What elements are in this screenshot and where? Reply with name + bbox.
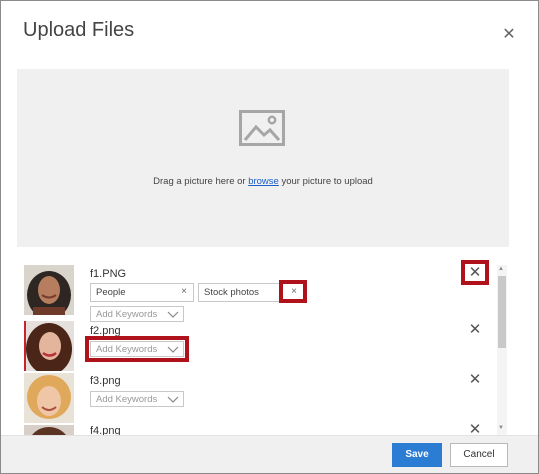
file-thumbnail — [24, 265, 74, 315]
cancel-button[interactable]: Cancel — [450, 443, 508, 467]
highlight-remove-tag — [279, 280, 307, 303]
drop-zone-instructions: Drag a picture here or browse your pictu… — [153, 176, 373, 187]
browse-link[interactable]: browse — [248, 176, 279, 187]
highlight-add-keywords — [85, 336, 189, 362]
upload-files-dialog: Upload Files ✕ Drag a picture here or br… — [0, 0, 539, 474]
file-name: f1.PNG — [90, 268, 127, 280]
chevron-down-icon — [167, 396, 179, 403]
save-button[interactable]: Save — [392, 443, 442, 467]
chevron-down-icon — [167, 311, 179, 318]
close-icon[interactable]: ✕ — [501, 27, 517, 43]
scroll-down-icon[interactable]: ▼ — [498, 425, 504, 431]
image-icon — [239, 110, 285, 146]
scrollbar-thumb[interactable] — [498, 276, 506, 348]
drop-zone[interactable]: Drag a picture here or browse your pictu… — [17, 69, 509, 247]
file-name: f3.png — [90, 375, 121, 387]
file-thumbnail — [24, 373, 74, 423]
highlight-remove-file — [461, 260, 489, 285]
remove-file-icon[interactable]: ✕ — [468, 372, 482, 387]
dialog-footer: Save Cancel — [1, 435, 538, 473]
remove-tag-icon[interactable]: × — [181, 286, 187, 297]
remove-file-icon[interactable]: ✕ — [468, 422, 482, 435]
file-thumbnail — [24, 321, 74, 371]
tag-people: People × — [90, 283, 194, 302]
file-name: f4.png — [90, 425, 121, 435]
file-thumbnail — [24, 425, 74, 435]
add-keywords-dropdown[interactable]: Add Keywords — [90, 306, 184, 322]
dialog-title: Upload Files — [23, 19, 135, 41]
add-keywords-dropdown[interactable]: Add Keywords — [90, 391, 184, 407]
scroll-up-icon[interactable]: ▲ — [498, 266, 504, 272]
remove-file-icon[interactable]: ✕ — [468, 322, 482, 337]
